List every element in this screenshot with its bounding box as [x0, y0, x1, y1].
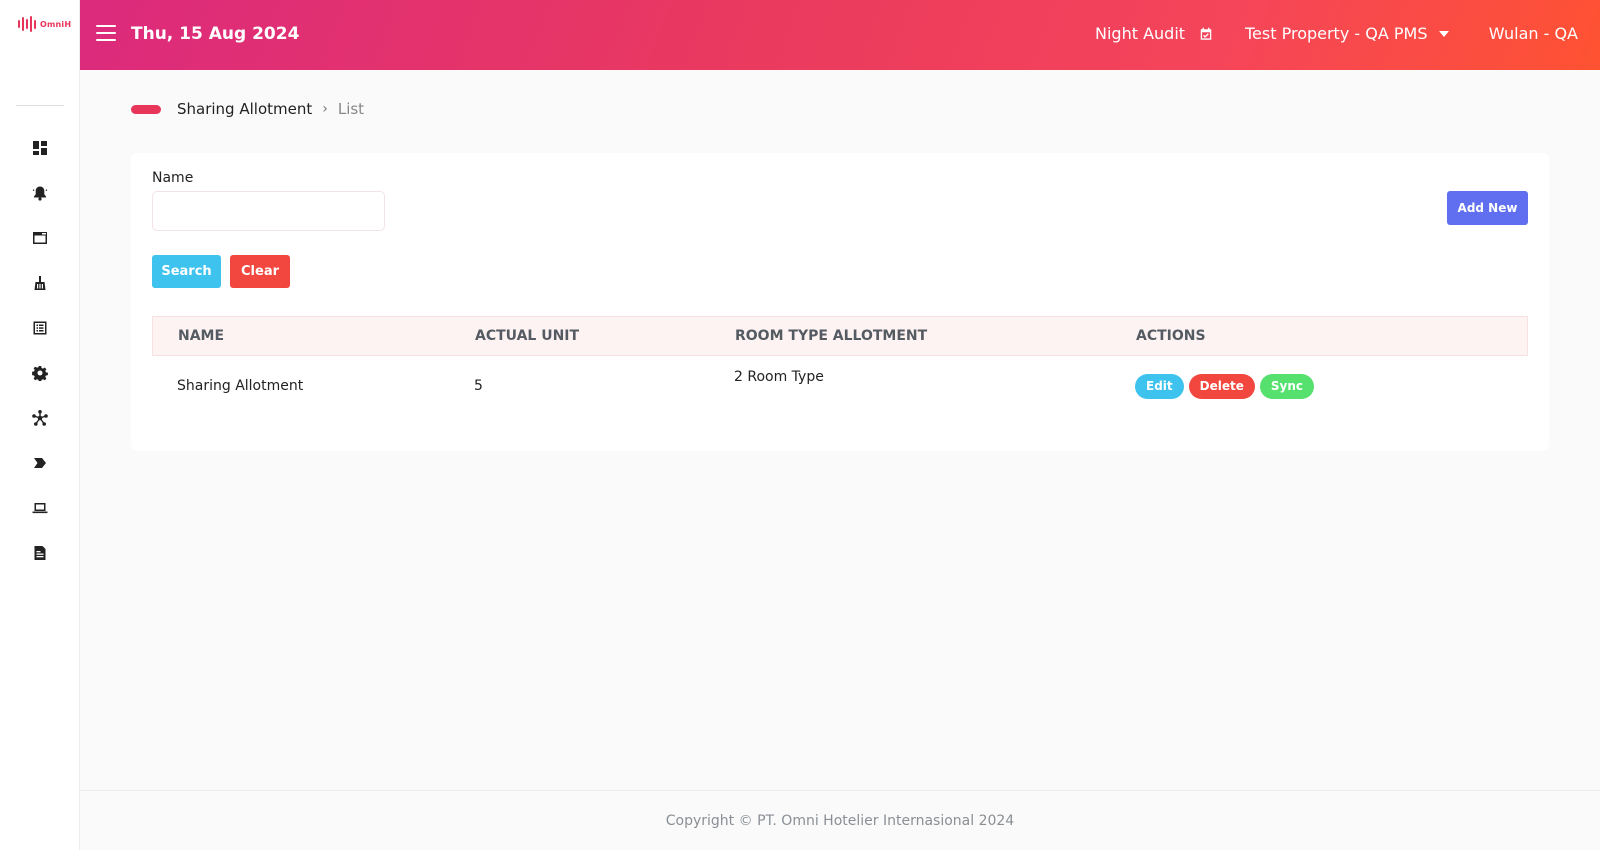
cell-actual-unit: 5 [474, 378, 483, 394]
cell-room-type-allotment: 2 Room Type [734, 369, 824, 385]
tag-icon [34, 457, 46, 468]
hamburger-menu-icon[interactable] [96, 25, 116, 41]
sidebar-divider [16, 105, 64, 106]
table-row: Sharing Allotment 5 2 Room Type Edit Del… [152, 356, 1528, 416]
business-date: Thu, 15 Aug 2024 [131, 24, 300, 44]
property-selector[interactable]: Test Property - QA PMS [1245, 24, 1450, 43]
breadcrumb: Sharing Allotment › List [131, 100, 364, 118]
broom-icon [34, 275, 46, 290]
sidebar-item-dashboard[interactable] [0, 125, 80, 170]
property-name: Test Property - QA PMS [1245, 24, 1428, 43]
name-label: Name [152, 170, 194, 186]
document-icon [34, 545, 46, 560]
sidebar-item-settings[interactable] [0, 350, 80, 395]
user-menu[interactable]: Wulan - QA [1489, 24, 1578, 43]
sidebar-item-documents[interactable] [0, 530, 80, 575]
row-actions: Edit Delete Sync [1135, 373, 1314, 399]
sidebar-item-devices[interactable] [0, 485, 80, 530]
sync-button[interactable]: Sync [1259, 373, 1314, 399]
breadcrumb-current: List [337, 100, 365, 118]
top-header: Thu, 15 Aug 2024 Night Audit Test Proper… [80, 0, 1600, 70]
sidebar: OmniH [0, 0, 80, 850]
caret-down-icon [1439, 30, 1450, 37]
sidebar-item-notifications[interactable] [0, 170, 80, 215]
allotment-table: NAME ACTUAL UNIT ROOM TYPE ALLOTMENT ACT… [152, 316, 1528, 416]
sidebar-item-frontdesk[interactable] [0, 215, 80, 260]
header-room-type-allotment: ROOM TYPE ALLOTMENT [735, 328, 928, 344]
footer: Copyright © PT. Omni Hotelier Internasio… [80, 790, 1600, 850]
network-icon [32, 409, 48, 426]
header-actual-unit: ACTUAL UNIT [475, 328, 580, 344]
clear-button[interactable]: Clear [230, 255, 290, 288]
delete-button[interactable]: Delete [1188, 373, 1255, 399]
sidebar-nav [0, 125, 80, 575]
name-input[interactable] [152, 191, 385, 231]
omnih-logo[interactable]: OmniH [18, 16, 71, 32]
gear-icon [32, 365, 48, 381]
breadcrumb-section[interactable]: Sharing Allotment [177, 100, 312, 118]
cell-name: Sharing Allotment [177, 378, 304, 394]
bell-icon [32, 186, 48, 201]
calendar-check-icon [1200, 27, 1212, 40]
dashboard-icon [33, 140, 47, 155]
edit-button[interactable]: Edit [1135, 373, 1184, 399]
table-header: NAME ACTUAL UNIT ROOM TYPE ALLOTMENT ACT… [152, 316, 1528, 356]
sidebar-item-channel-manager[interactable] [0, 395, 80, 440]
list-icon [33, 321, 47, 334]
add-new-button[interactable]: Add New [1447, 191, 1528, 225]
header-actions: ACTIONS [1136, 328, 1206, 344]
chevron-right-icon: › [322, 101, 328, 117]
header-name: NAME [178, 328, 225, 344]
copyright-text: Copyright © PT. Omni Hotelier Internasio… [665, 812, 1015, 829]
window-icon [33, 231, 47, 244]
night-audit-button[interactable]: Night Audit [1095, 24, 1213, 43]
sidebar-item-housekeeping[interactable] [0, 260, 80, 305]
night-audit-label: Night Audit [1095, 24, 1186, 43]
logo-mark-icon [18, 16, 36, 32]
sidebar-item-allotment[interactable] [0, 440, 80, 485]
allotment-card: Name Search Clear Add New NAME ACTUAL UN… [131, 153, 1549, 451]
logo-text: OmniH [40, 19, 72, 29]
sidebar-item-reports[interactable] [0, 305, 80, 350]
laptop-icon [32, 502, 48, 513]
search-button[interactable]: Search [152, 255, 221, 288]
breadcrumb-accent [131, 104, 161, 114]
